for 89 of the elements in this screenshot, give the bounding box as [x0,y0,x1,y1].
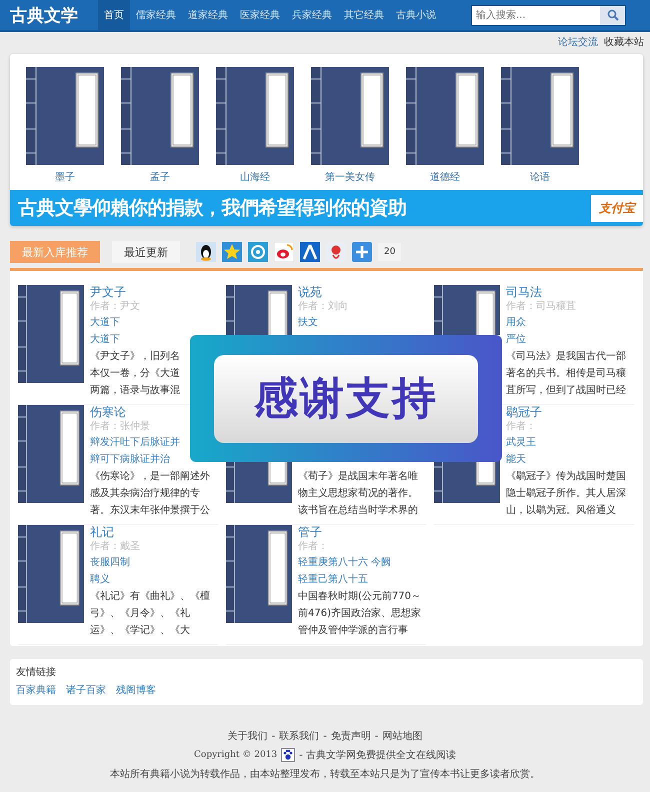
description-line: 该书旨在总结当时学术界的 [298,504,418,518]
chapter-link[interactable]: 用众 [506,314,626,331]
site-logo[interactable]: 古典文学 [0,4,98,26]
chapter-link[interactable]: 能天 [506,451,626,468]
author-text: 作者：刘向 [298,300,348,314]
thanks-popup[interactable]: 感谢支持 [190,335,502,462]
author-text: 作者：司马穰苴 [506,300,577,314]
book-title-link[interactable]: 司马法 [506,285,626,300]
nav-link[interactable]: 道家经典 [182,0,234,30]
plus-icon[interactable] [352,242,372,262]
section-title: 友情链接 [16,666,57,679]
payment-logo: 支付宝 [591,194,643,222]
popup-text: 感谢支持 [214,354,478,442]
author-text: 作者： [506,420,537,434]
site-note: - 古典文学网免费提供全文在线阅读 [299,748,456,762]
book-cover-drawing [434,285,500,335]
description-line: 本仅一卷，分《大道 [90,366,180,381]
weibo-icon[interactable] [274,242,294,262]
description-line: 苴所写，但到了战国时已经 [506,384,626,398]
tab[interactable]: 最近更新 [112,241,180,263]
book-title-link[interactable]: 礼记 [90,525,210,540]
author-text: 作者：尹文 [90,300,141,314]
description-line: 《礼记》有《曲礼》、《檀 [90,590,210,604]
top-link[interactable]: 论坛交流 [558,35,598,49]
description-line: 物主义思想家荀况的著作。 [298,486,418,501]
friend-link[interactable]: 百家典籍 [16,683,56,697]
nav-link[interactable]: 儒家经典 [130,0,182,30]
chapter-link[interactable]: 丧服四制 [90,554,210,571]
book-title-link[interactable]: 道德经 [430,170,460,184]
description-line: 著名的兵书。相传是司马穰 [506,366,626,381]
nav-link[interactable]: 兵家经典 [286,0,338,30]
description-line: 《鹖冠子》传为战国时楚国 [506,470,626,484]
description-line: 《伤寒论》，是一部阐述外 [90,470,210,484]
book-title-link[interactable]: 山海经 [240,170,270,184]
author-text: 作者：戴圣 [90,540,141,554]
description-line: 隐士鹖冠子所作。其人居深 [506,486,626,501]
book-title-link[interactable]: 孟子 [150,170,170,184]
chapter-link[interactable]: 扶文 [298,314,348,331]
description-line: 感及其杂病治疗规律的专 [90,486,201,501]
footer-link[interactable]: 网站地图 [382,729,422,743]
book-cover-drawing [226,285,292,335]
paw-icon [281,748,296,762]
nav-link[interactable]: 古典小说 [390,0,442,30]
book-title-link[interactable]: 鹖冠子 [506,405,626,420]
footer-link[interactable]: 联系我们 [279,729,320,743]
notice-text: 本站所有典籍小说为转载作品，由本站整理发布，转载至本站只是为了宣传本书让更多读者欣赏。 [110,768,540,781]
description-line: 中国春秋时期(公元前770～ [298,590,421,604]
share-count: 20 [378,243,402,261]
separator-text: - [272,730,276,742]
separator-text: - [323,730,327,742]
friend-link[interactable]: 残阁博客 [116,683,156,697]
author-text: 作者：张仲景 [90,420,151,434]
friend-link[interactable]: 诸子百家 [66,683,106,697]
book-title-link[interactable]: 说苑 [298,285,348,300]
description-line: 运》、《学记》、《大 [90,624,191,638]
book-title-link[interactable]: 管子 [298,525,421,540]
chapter-link[interactable]: 轻重庚第八十六 今阙 [298,554,421,571]
description-line: 《司马法》是我国古代一部 [506,350,626,364]
star-icon[interactable] [222,242,242,262]
chapter-link[interactable]: 轻重己第八十五 [298,571,421,588]
banner-text: 古典文學仰賴你的捐款，我們希望得到你的資助 [18,196,406,221]
penguin-icon[interactable] [196,242,216,262]
separator-text: - [374,730,378,742]
chapter-link[interactable]: 严位 [506,331,626,348]
description-line: 前476)齐国政治家、思想家 [298,606,421,621]
book-title-link[interactable]: 论语 [530,170,550,184]
nav-link[interactable]: 医家经典 [234,0,286,30]
description-line: 两篇，语录与故事混 [90,384,180,398]
copyright-text: Copyright © 2013 [194,750,278,760]
book-title-link[interactable]: 尹文子 [90,285,180,300]
footer-link[interactable]: 关于我们 [228,729,268,743]
chapter-link[interactable]: 聘义 [90,571,210,588]
description-line: 山，以鹖为冠。风俗通义 [506,504,617,518]
chapter-link[interactable]: 大道下 [90,314,180,331]
top-link[interactable]: 收藏本站 [604,35,644,49]
donation-banner[interactable]: 古典文學仰賴你的捐款，我們希望得到你的資助 支付宝 [10,190,643,226]
description-line: 《荀子》是战国末年著名唯 [298,470,418,484]
book-title-link[interactable]: 墨子 [55,170,75,184]
chapter-link[interactable]: 武灵王 [506,434,626,451]
nav-link[interactable]: 其它经典 [338,0,390,30]
footer-link[interactable]: 免责声明 [330,729,371,743]
nav-link[interactable]: 首页 [98,0,130,30]
description-line: 《尹文子》，旧列名 [90,350,180,364]
author-text: 作者： [298,540,329,554]
description-line: 管仲及管仲学派的言行事 [298,624,409,638]
description-line: 弓》、《月令》、《礼 [90,606,191,621]
book-title-link[interactable]: 第一美女传 [325,170,375,184]
chapter-link[interactable]: 大道下 [90,331,180,348]
description-line: 著。东汉末年张仲景撰于公 [90,504,210,518]
